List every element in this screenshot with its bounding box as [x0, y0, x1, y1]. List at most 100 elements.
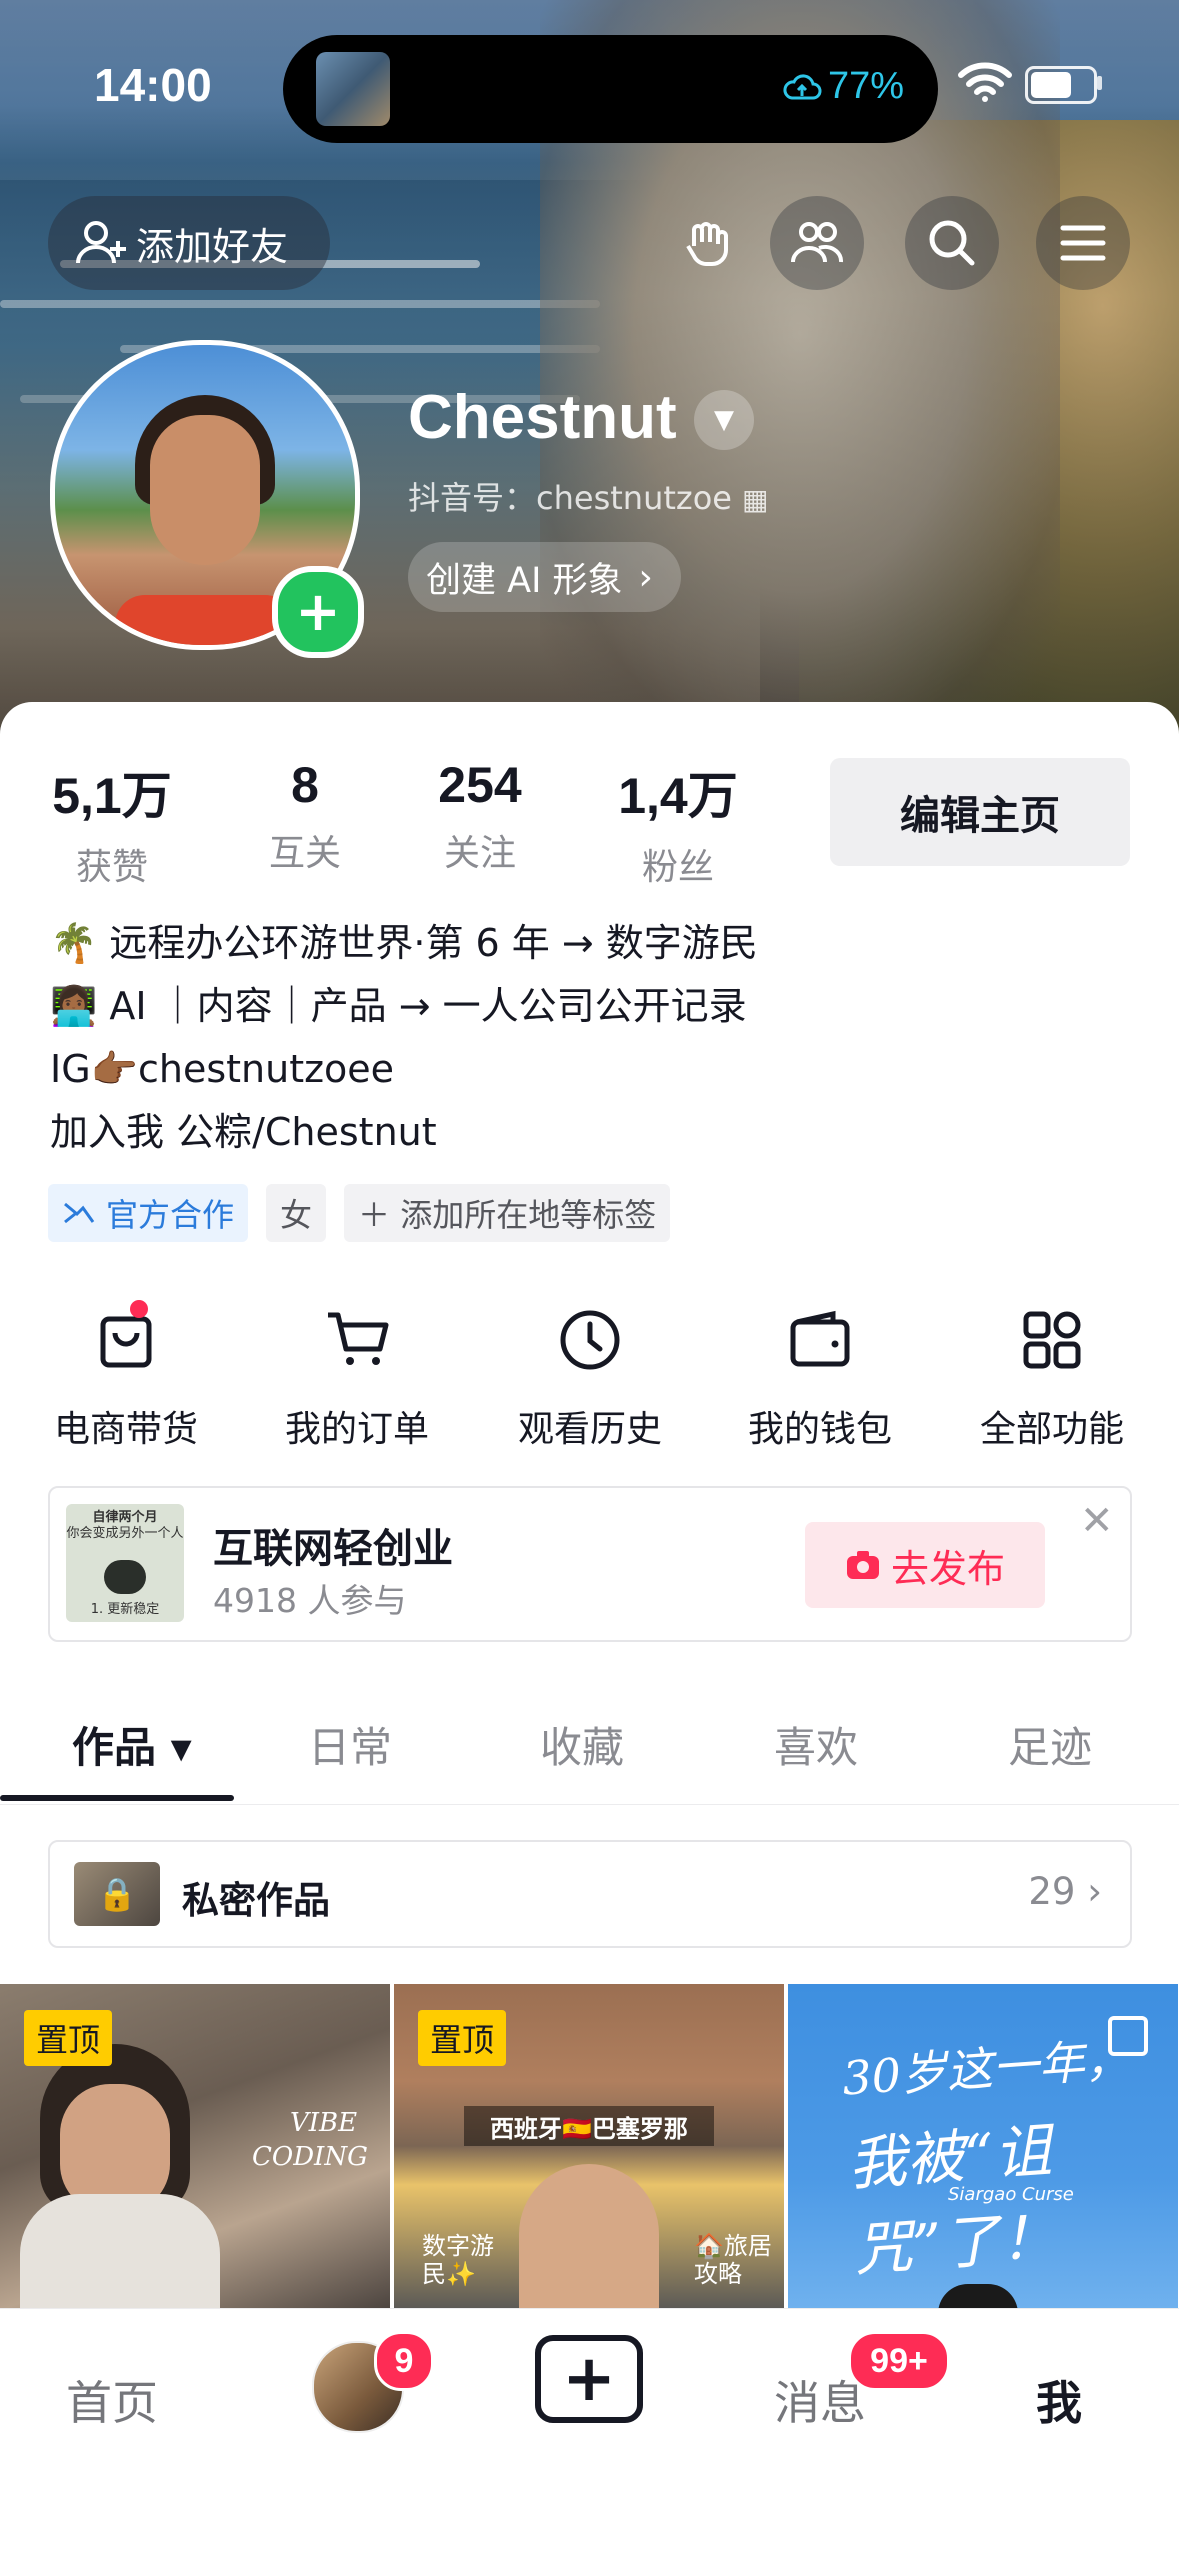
person-face	[519, 2164, 659, 2308]
stat-label: 获赞	[75, 847, 148, 888]
bio-line: 👩🏾‍💻 AI ｜内容｜产品 → 一人公司公开记录	[50, 984, 747, 1028]
create-ai-avatar-button[interactable]: 创建 AI 形象 ›	[408, 542, 681, 612]
pinned-badge: 置顶	[24, 2010, 113, 2066]
avatar-face	[150, 415, 260, 565]
private-works-label: 私密作品	[182, 1879, 330, 1922]
tab-indicator	[0, 1795, 234, 1801]
tag-gender[interactable]: 女	[266, 1184, 327, 1242]
feature-history[interactable]: 观看历史	[490, 1300, 690, 1452]
edit-profile-button[interactable]: 编辑主页	[830, 758, 1130, 866]
private-works-row[interactable]: 🔒 私密作品 29 ›	[48, 1840, 1132, 1948]
video-thumbnail[interactable]: 30岁这一年， 我被“诅咒”了！ Siargao Curse	[788, 1984, 1178, 2308]
stat-value: 1,4万	[618, 768, 738, 824]
dynamic-island[interactable]: 77%	[283, 35, 938, 143]
avatar-plus-button[interactable]: +	[272, 566, 364, 658]
tab-daily[interactable]: 日常	[308, 1714, 392, 1775]
promo-title: 互联网轻创业	[213, 1526, 453, 1572]
cart-icon	[257, 1300, 457, 1380]
avatar-clothes	[115, 595, 295, 645]
tab-favorites[interactable]: 收藏	[540, 1714, 624, 1775]
wifi-icon	[958, 62, 1012, 102]
video-caption: 西班牙🇪🇸巴塞罗那	[464, 2106, 714, 2146]
stat-value: 8	[291, 757, 319, 813]
stat-mutual[interactable]: 8 互关	[215, 756, 395, 876]
notification-dot	[130, 1300, 148, 1318]
video-caption: CODING	[252, 2142, 368, 2172]
stat-followers[interactable]: 1,4万 粉丝	[588, 756, 768, 890]
tab-likes[interactable]: 喜欢	[774, 1714, 858, 1775]
bottom-nav: 首页 9 + 消息 99+ 我	[0, 2308, 1179, 2557]
feature-label: 电商带货	[53, 1409, 198, 1450]
island-thumbnail	[316, 52, 390, 126]
promo-thumb-image	[104, 1560, 146, 1594]
feature-row: 电商带货 我的订单 观看历史 我的钱包 全部功能	[0, 1300, 1179, 1450]
stat-label: 互关	[268, 833, 341, 874]
stat-likes[interactable]: 5,1万 获赞	[22, 756, 202, 890]
nav-me[interactable]: 我	[1036, 2367, 1082, 2433]
tab-footprints[interactable]: 足迹	[1008, 1714, 1092, 1775]
stat-label: 关注	[443, 833, 516, 874]
messages-badge: 99+	[848, 2331, 950, 2391]
promo-thumb-sub: 你会变成另外一个人	[66, 1526, 184, 1541]
close-icon[interactable]: ✕	[1080, 1498, 1114, 1544]
qr-code-icon[interactable]: ▦	[742, 483, 768, 516]
promo-thumb-title: 自律两个月	[92, 1510, 158, 1525]
shopping-bag-icon	[26, 1300, 226, 1380]
feature-label: 全部功能	[979, 1409, 1124, 1450]
publish-button[interactable]: 去发布	[805, 1522, 1045, 1608]
promo-participants: 4918 人参与	[213, 1581, 407, 1620]
nav-home[interactable]: 首页	[66, 2367, 158, 2433]
douyin-id-text: 抖音号：chestnutzoe	[408, 479, 732, 517]
nickname[interactable]: Chestnut	[408, 382, 677, 453]
tag-official-cooperation[interactable]: 官方合作	[48, 1184, 249, 1242]
feature-ecommerce[interactable]: 电商带货	[26, 1300, 226, 1452]
bio[interactable]: 🌴 远程办公环游世界·第 6 年 → 数字游民 👩🏾‍💻 AI ｜内容｜产品 →…	[50, 912, 758, 1164]
apps-icon	[952, 1300, 1152, 1380]
battery-tip	[1097, 76, 1102, 90]
battery-icon	[1025, 66, 1097, 104]
chevron-right-icon: ›	[638, 556, 653, 598]
stat-value: 5,1万	[52, 768, 172, 824]
promo-thumb-item: 1. 更新稳定	[90, 1602, 160, 1617]
video-grid: 置顶 VIBE CODING 置顶 西班牙🇪🇸巴塞罗那 数字游民✨ 🏠旅居攻略 …	[0, 1984, 1179, 2308]
add-friend-button[interactable]: 添加好友	[48, 196, 330, 290]
private-works-count: 29 ›	[1028, 1870, 1102, 1913]
content-tabs: 作品 ▾ 日常 收藏 喜欢 足迹	[0, 1700, 1179, 1805]
person-sweater	[20, 2194, 220, 2308]
profile-tags: 官方合作 女 ＋ 添加所在地等标签	[48, 1184, 671, 1242]
video-thumbnail[interactable]: 置顶 VIBE CODING	[0, 1984, 390, 2308]
add-person-icon	[76, 221, 126, 264]
promo-banner[interactable]: 自律两个月 你会变成另外一个人 1. 更新稳定 互联网轻创业 4918 人参与 …	[48, 1486, 1132, 1642]
video-caption: 30岁这一年， 我被“诅咒”了！	[839, 2013, 1178, 2293]
feature-label: 观看历史	[517, 1409, 662, 1450]
hand-button[interactable]	[660, 196, 754, 290]
feature-all[interactable]: 全部功能	[952, 1300, 1152, 1452]
bio-line: IG👉🏾chestnutzoee	[50, 1047, 395, 1091]
video-caption: VIBE	[290, 2108, 358, 2138]
menu-button[interactable]	[1036, 196, 1130, 290]
tab-works[interactable]: 作品 ▾	[72, 1714, 192, 1775]
person-head	[938, 2284, 1018, 2308]
create-button[interactable]: +	[535, 2335, 643, 2423]
handshake-icon	[64, 1202, 95, 1224]
feature-orders[interactable]: 我的订单	[257, 1300, 457, 1452]
stat-following[interactable]: 254 关注	[390, 756, 570, 876]
account-switch-button[interactable]: ▼	[694, 390, 754, 450]
feature-wallet[interactable]: 我的钱包	[720, 1300, 920, 1452]
feature-label: 我的钱包	[747, 1409, 892, 1450]
douyin-id[interactable]: 抖音号：chestnutzoe ▦	[408, 473, 768, 519]
menu-icon	[1060, 225, 1106, 261]
stat-label: 粉丝	[641, 847, 714, 888]
island-battery: 77%	[782, 65, 904, 108]
add-friend-label: 添加好友	[136, 224, 289, 269]
search-button[interactable]	[905, 196, 999, 290]
friends-button[interactable]	[770, 196, 864, 290]
video-caption: 数字游民✨	[422, 2232, 494, 2288]
tag-official-label: 官方合作	[106, 1196, 235, 1234]
battery-percent: 77%	[827, 65, 904, 107]
friends-badge: 9	[374, 2331, 434, 2391]
video-caption: 🏠旅居攻略	[694, 2232, 772, 2288]
tag-add-location[interactable]: ＋ 添加所在地等标签	[344, 1184, 671, 1242]
promo-thumbnail: 自律两个月 你会变成另外一个人 1. 更新稳定	[66, 1504, 184, 1622]
video-thumbnail[interactable]: 置顶 西班牙🇪🇸巴塞罗那 数字游民✨ 🏠旅居攻略	[394, 1984, 784, 2308]
